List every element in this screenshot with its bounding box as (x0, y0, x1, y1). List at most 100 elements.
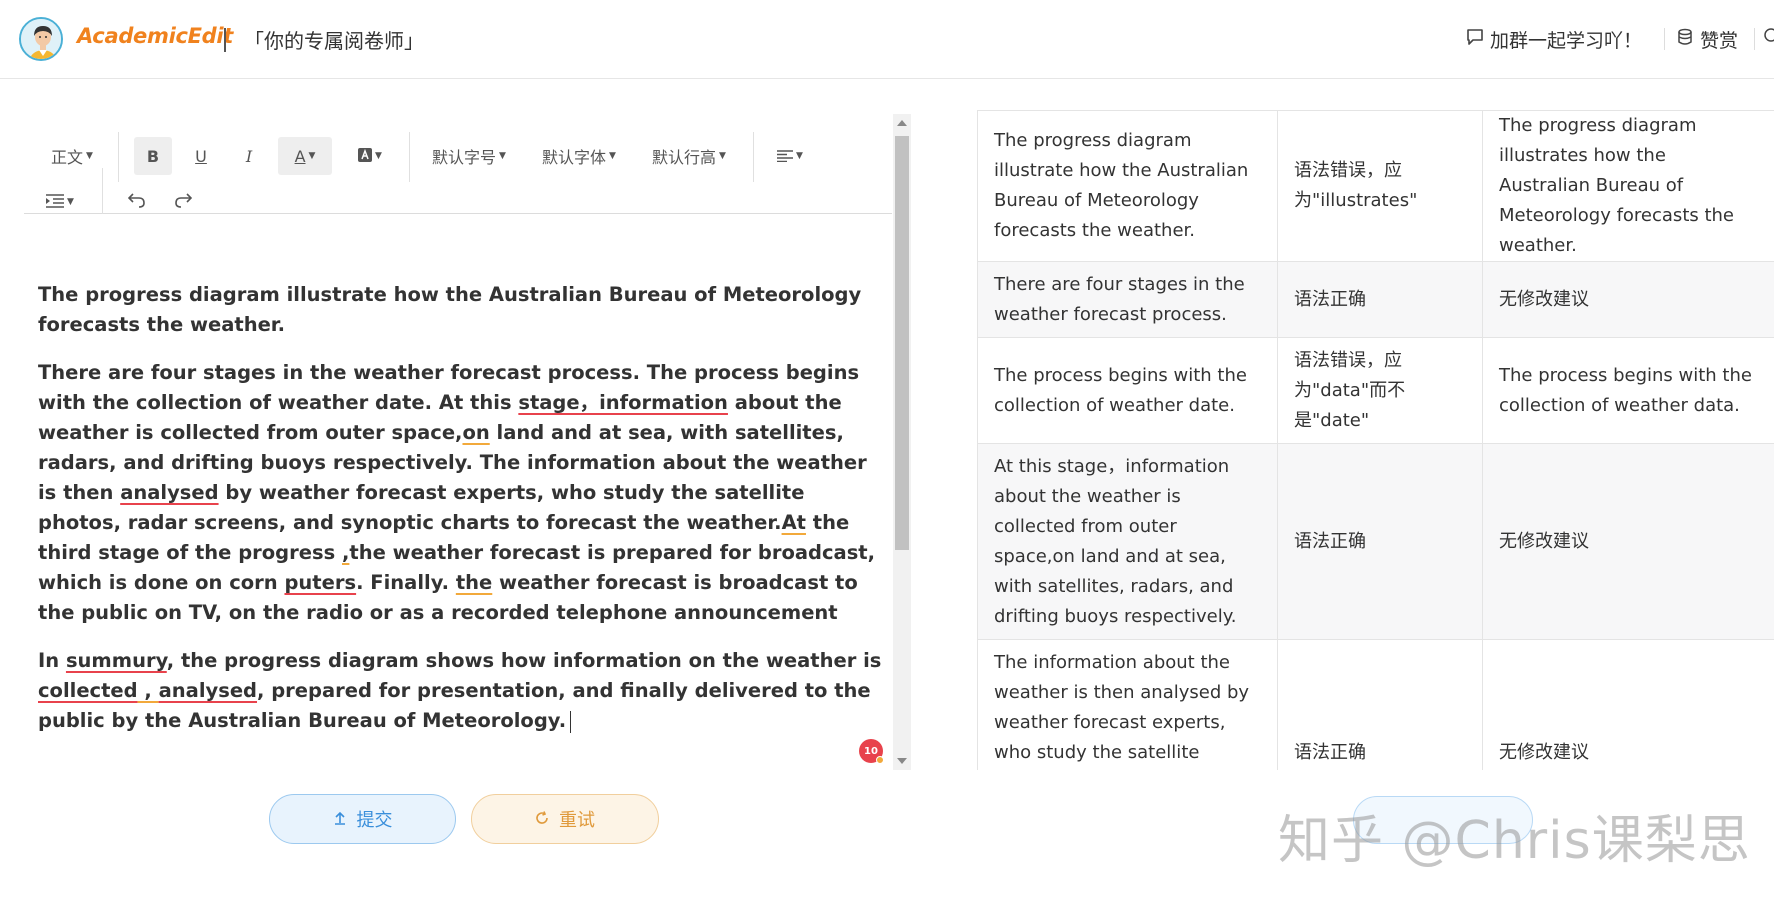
refresh-icon (535, 809, 549, 830)
app-header: AcademicEdit 「你的专属阅卷师」 加群一起学习吖！ 赞赏 (0, 0, 1774, 79)
essay-paragraph[interactable]: There are four stages in the weather for… (38, 358, 888, 628)
caret-down-icon: ▼ (308, 151, 316, 161)
chat-icon (1466, 28, 1484, 51)
line-height-dropdown[interactable]: 默认行高 ▼ (649, 137, 729, 175)
submit-button[interactable]: 提交 (269, 794, 456, 844)
align-dropdown[interactable]: ▼ (770, 137, 810, 175)
italic-button[interactable]: I (230, 137, 268, 175)
underline-button[interactable]: U (182, 137, 220, 175)
upload-icon (333, 809, 347, 830)
suggestion-cell: 无修改建议 (1482, 261, 1774, 338)
table-row: The process begins with the collection o… (977, 337, 1774, 444)
spelling-error-mark[interactable]: summury (66, 649, 167, 672)
table-row: The information about the weather is the… (977, 639, 1774, 770)
indent-dropdown[interactable]: ▼ (40, 187, 80, 217)
original-sentence-cell: The information about the weather is the… (977, 639, 1278, 770)
toolbar-separator (409, 132, 410, 182)
retry-button[interactable]: 重试 (471, 794, 659, 844)
redo-icon (174, 192, 193, 212)
toolbar-separator (753, 132, 754, 182)
caret-down-icon: ▼ (499, 151, 506, 161)
paragraph-style-label: 正文 (51, 148, 84, 167)
table-row: There are four stages in the weather for… (977, 261, 1774, 338)
bold-button[interactable]: B (134, 137, 172, 175)
spelling-error-mark[interactable]: collected (38, 679, 138, 702)
warning-dot (876, 756, 884, 764)
paragraph-style-dropdown[interactable]: 正文 ▼ (44, 137, 100, 175)
suggestion-cell: 无修改建议 (1482, 639, 1774, 770)
caret-down-icon: ▼ (719, 151, 726, 161)
brand-name: AcademicEdit (77, 24, 234, 48)
essay-text[interactable]: The progress diagram illustrate how the … (38, 280, 888, 754)
essay-text-run: The progress diagram illustrate how the … (38, 283, 862, 336)
font-family-dropdown[interactable]: 默认字体 ▼ (539, 137, 619, 175)
original-sentence-cell: At this stage，information about the weat… (977, 443, 1278, 640)
spelling-error-mark[interactable]: analysed (159, 679, 257, 702)
submit-label: 提交 (356, 810, 393, 831)
undo-button[interactable] (120, 187, 154, 217)
grammar-warning-mark[interactable]: , (138, 679, 159, 702)
more-link[interactable] (1762, 26, 1774, 49)
scroll-thumb[interactable] (895, 136, 909, 550)
essay-paragraph[interactable]: The progress diagram illustrate how the … (38, 280, 888, 340)
font-family-label: 默认字体 (542, 148, 607, 167)
spelling-error-mark[interactable]: analysed (120, 481, 218, 504)
suggestion-cell: 无修改建议 (1482, 443, 1774, 640)
verdict-cell: 语法正确 (1277, 443, 1483, 640)
verdict-cell: 语法错误，应为"illustrates" (1277, 110, 1483, 262)
table-row: The progress diagram illustrate how the … (977, 110, 1774, 262)
essay-text-run: . Finally. (356, 571, 456, 594)
brand-divider (224, 28, 226, 52)
donate-label: 赞赏 (1700, 30, 1739, 52)
brand-slogan: 「你的专属阅卷师」 (244, 29, 424, 53)
caret-down-icon: ▼ (609, 151, 616, 161)
grammar-warning-mark[interactable]: on (462, 421, 489, 444)
redo-button[interactable] (166, 187, 200, 217)
verdict-cell: 语法正确 (1277, 639, 1483, 770)
font-color-dropdown[interactable]: A ▼ (278, 137, 332, 175)
coins-icon (1676, 28, 1694, 51)
suggestion-cell: The progress diagram illustrates how the… (1482, 110, 1774, 262)
original-sentence-cell: The progress diagram illustrate how the … (977, 110, 1278, 262)
toolbar-separator (118, 132, 119, 182)
header-separator (1754, 28, 1755, 50)
spelling-error-mark[interactable]: stage，information (518, 391, 728, 414)
join-group-link[interactable]: 加群一起学习吖！ (1466, 26, 1642, 53)
spelling-error-mark[interactable]: puters (284, 571, 356, 594)
scroll-down-arrow-icon[interactable] (897, 758, 907, 764)
table-row: At this stage，information about the weat… (977, 443, 1774, 640)
header-separator (1664, 28, 1665, 50)
scroll-up-arrow-icon[interactable] (897, 120, 907, 126)
essay-text-run: In (38, 649, 66, 672)
caret-down-icon: ▼ (796, 151, 803, 161)
font-size-dropdown[interactable]: 默认字号 ▼ (429, 137, 509, 175)
verdict-cell: 语法错误，应为"data"而不是"date" (1277, 337, 1483, 444)
align-left-icon (777, 147, 794, 166)
background-color-dropdown[interactable]: ▼ (346, 137, 394, 175)
font-size-label: 默认字号 (432, 148, 497, 167)
verdict-cell: 语法正确 (1277, 261, 1483, 338)
logo-avatar (19, 17, 63, 61)
grammar-warning-mark[interactable]: the (456, 571, 492, 594)
link-icon (1762, 26, 1774, 49)
indent-icon (46, 193, 65, 212)
line-height-label: 默认行高 (652, 148, 717, 167)
undo-icon (127, 192, 146, 212)
original-sentence-cell: The process begins with the collection o… (977, 337, 1278, 444)
toolbar-separator (102, 168, 103, 214)
essay-paragraph[interactable]: In summury, the progress diagram shows h… (38, 646, 888, 736)
retry-label: 重试 (559, 810, 595, 831)
essay-editor: 正文 ▼ B U I A ▼ ▼ 默认字号 ▼ 默认字体 ▼ 默认行高 ▼ ▼ ▼ (24, 110, 913, 770)
caret-down-icon: ▼ (67, 197, 74, 207)
grammar-results-table: The progress diagram illustrate how the … (977, 110, 1774, 770)
donate-link[interactable]: 赞赏 (1676, 26, 1738, 53)
original-sentence-cell: There are four stages in the weather for… (977, 261, 1278, 338)
grammar-warning-mark[interactable]: At (782, 511, 806, 534)
text-cursor (570, 710, 572, 733)
caret-down-icon: ▼ (86, 151, 93, 161)
editor-scrollbar[interactable] (893, 114, 911, 770)
watermark: 知乎 @Chris课梨思 (1278, 811, 1751, 871)
essay-text-run: , the progress diagram shows how informa… (166, 649, 882, 672)
highlight-icon (358, 147, 373, 166)
suggestion-cell: The process begins with the collection o… (1482, 337, 1774, 444)
